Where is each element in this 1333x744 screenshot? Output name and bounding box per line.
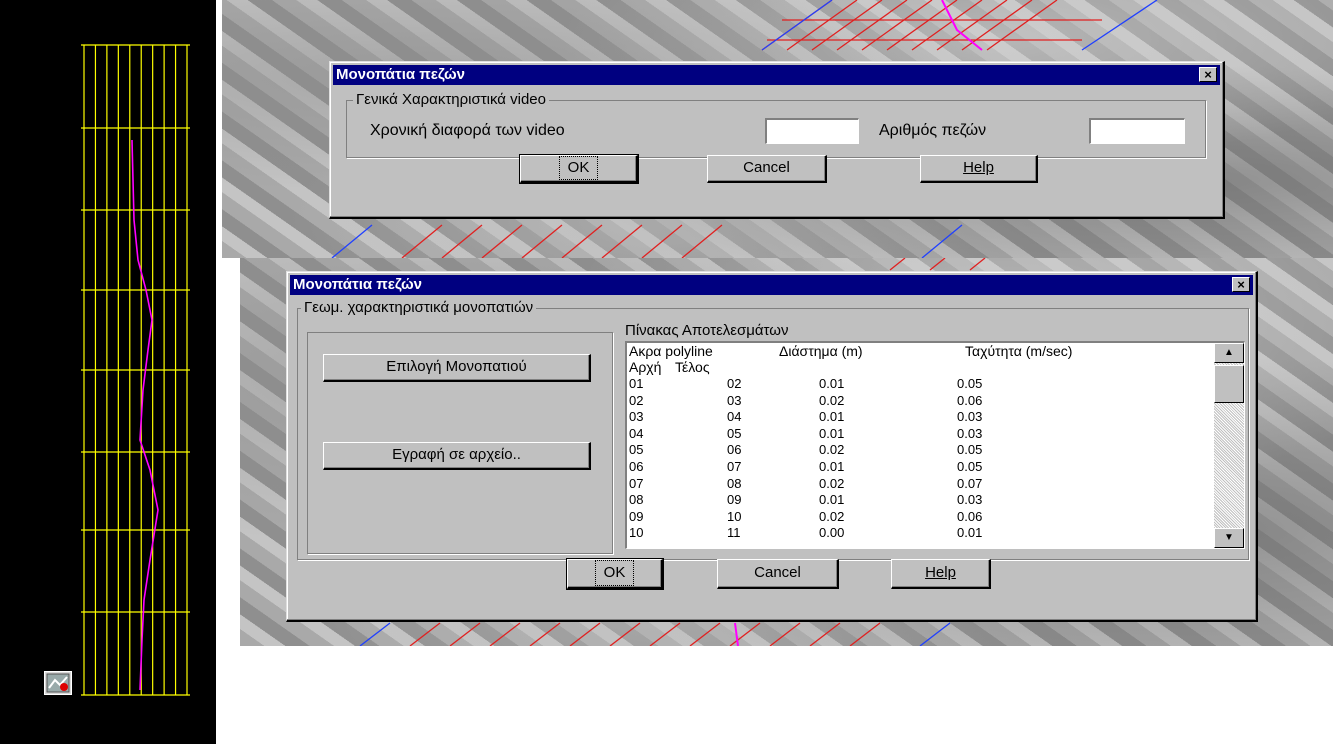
close-icon: × bbox=[1204, 67, 1212, 82]
path-grid-panel bbox=[0, 0, 216, 744]
cell-speed: 0.05 bbox=[957, 442, 983, 458]
cell-end: 05 bbox=[727, 425, 742, 441]
header-start: Αρχή bbox=[629, 359, 662, 375]
cell-speed: 0.05 bbox=[957, 376, 983, 391]
cell-start: 02 bbox=[629, 392, 644, 408]
cell-speed: 0.01 bbox=[957, 525, 983, 541]
select-path-button[interactable]: Επιλογή Μονοπατιού bbox=[323, 354, 591, 382]
cell-end: 08 bbox=[727, 475, 742, 491]
scroll-thumb[interactable] bbox=[1214, 365, 1244, 403]
write-to-file-button[interactable]: Εγραφή σε αρχείο.. bbox=[323, 442, 591, 470]
cell-end: 07 bbox=[727, 459, 742, 474]
dialog-titlebar[interactable]: Μονοπάτια πεζών × bbox=[333, 65, 1220, 85]
close-button[interactable]: × bbox=[1232, 277, 1250, 292]
results-scrollbar[interactable]: ▲ ▼ bbox=[1214, 343, 1244, 548]
cell-interval: 0.00 bbox=[819, 525, 845, 541]
cell-end: 09 bbox=[727, 492, 742, 508]
cell-speed: 0.03 bbox=[957, 492, 983, 508]
scroll-down-button[interactable]: ▼ bbox=[1214, 528, 1244, 548]
cell-interval: 0.02 bbox=[819, 442, 845, 458]
cell-speed: 0.05 bbox=[957, 459, 983, 474]
header-speed: Ταχύτητα (m/sec) bbox=[965, 343, 1073, 359]
time-diff-label: Χρονική διαφορά των video bbox=[370, 122, 565, 139]
cell-interval: 0.02 bbox=[819, 392, 845, 408]
cell-end: 04 bbox=[727, 409, 742, 425]
close-button[interactable]: × bbox=[1199, 67, 1217, 82]
cell-interval: 0.01 bbox=[819, 492, 845, 508]
cell-end: 02 bbox=[727, 376, 742, 391]
cell-end: 11 bbox=[727, 525, 741, 541]
app-icon[interactable] bbox=[44, 671, 72, 695]
ok-label: OK bbox=[558, 156, 599, 180]
cell-start: 07 bbox=[629, 475, 644, 491]
cell-speed: 0.07 bbox=[957, 475, 983, 491]
cancel-button[interactable]: Cancel bbox=[717, 559, 839, 589]
cell-start: 04 bbox=[629, 425, 644, 441]
cell-interval: 0.02 bbox=[819, 508, 845, 524]
path-grid bbox=[81, 44, 190, 696]
cell-end: 03 bbox=[727, 392, 742, 408]
pedestrians-label: Αριθμός πεζών bbox=[879, 122, 987, 139]
pedestrian-path bbox=[131, 139, 159, 691]
cell-end: 06 bbox=[727, 442, 742, 458]
ok-label: OK bbox=[594, 560, 635, 586]
cell-speed: 0.03 bbox=[957, 409, 983, 425]
cell-interval: 0.01 bbox=[819, 409, 845, 425]
cell-start: 01 bbox=[629, 376, 644, 391]
cell-start: 10 bbox=[629, 525, 644, 541]
cell-start: 03 bbox=[629, 409, 644, 425]
cell-start: 05 bbox=[629, 442, 644, 458]
header-interval: Διάστημα (m) bbox=[779, 343, 863, 359]
map-icon bbox=[46, 673, 70, 693]
close-icon: × bbox=[1237, 277, 1245, 292]
cancel-button[interactable]: Cancel bbox=[707, 155, 827, 183]
results-title: Πίνακας Αποτελεσμάτων bbox=[625, 322, 789, 339]
cell-start: 08 bbox=[629, 492, 644, 508]
cell-interval: 0.01 bbox=[819, 425, 845, 441]
dialog-title: Μονοπάτια πεζών bbox=[293, 276, 422, 293]
header-end: Τέλος bbox=[675, 359, 710, 375]
cell-interval: 0.02 bbox=[819, 475, 845, 491]
cell-start: 09 bbox=[629, 508, 644, 524]
scroll-up-button[interactable]: ▲ bbox=[1214, 343, 1244, 363]
pedestrians-count-field[interactable] bbox=[1089, 118, 1185, 144]
group-label: Γενικά Χαρακτηριστικά video bbox=[353, 91, 549, 108]
dialog-titlebar[interactable]: Μονοπάτια πεζών × bbox=[290, 275, 1253, 295]
arrow-up-icon: ▲ bbox=[1224, 347, 1234, 358]
cell-speed: 0.03 bbox=[957, 425, 983, 441]
results-list[interactable]: Ακρα polyline Διάστημα (m) Ταχύτητα (m/s… bbox=[625, 341, 1245, 549]
cell-interval: 0.01 bbox=[819, 459, 845, 474]
cell-speed: 0.06 bbox=[957, 508, 983, 524]
cell-speed: 0.06 bbox=[957, 392, 983, 408]
pedestrian-paths-dialog-geometry: Μονοπάτια πεζών × Γεωμ. χαρακτηριστικά μ… bbox=[286, 271, 1258, 622]
help-button[interactable]: Help bbox=[920, 155, 1038, 183]
time-diff-field[interactable] bbox=[765, 118, 859, 144]
help-button[interactable]: Help bbox=[891, 559, 991, 589]
cell-interval: 0.01 bbox=[819, 376, 845, 391]
ok-button[interactable]: OK bbox=[519, 154, 639, 184]
arrow-down-icon: ▼ bbox=[1224, 532, 1234, 543]
cell-end: 10 bbox=[727, 508, 742, 524]
pedestrian-paths-dialog-general: Μονοπάτια πεζών × Γενικά Χαρακτηριστικά … bbox=[329, 61, 1225, 219]
header-ends: Ακρα polyline bbox=[629, 343, 713, 359]
dialog-title: Μονοπάτια πεζών bbox=[336, 66, 465, 83]
cell-start: 06 bbox=[629, 459, 644, 474]
group-label: Γεωμ. χαρακτηριστικά μονοπατιών bbox=[301, 299, 537, 316]
ok-button[interactable]: OK bbox=[566, 558, 664, 590]
